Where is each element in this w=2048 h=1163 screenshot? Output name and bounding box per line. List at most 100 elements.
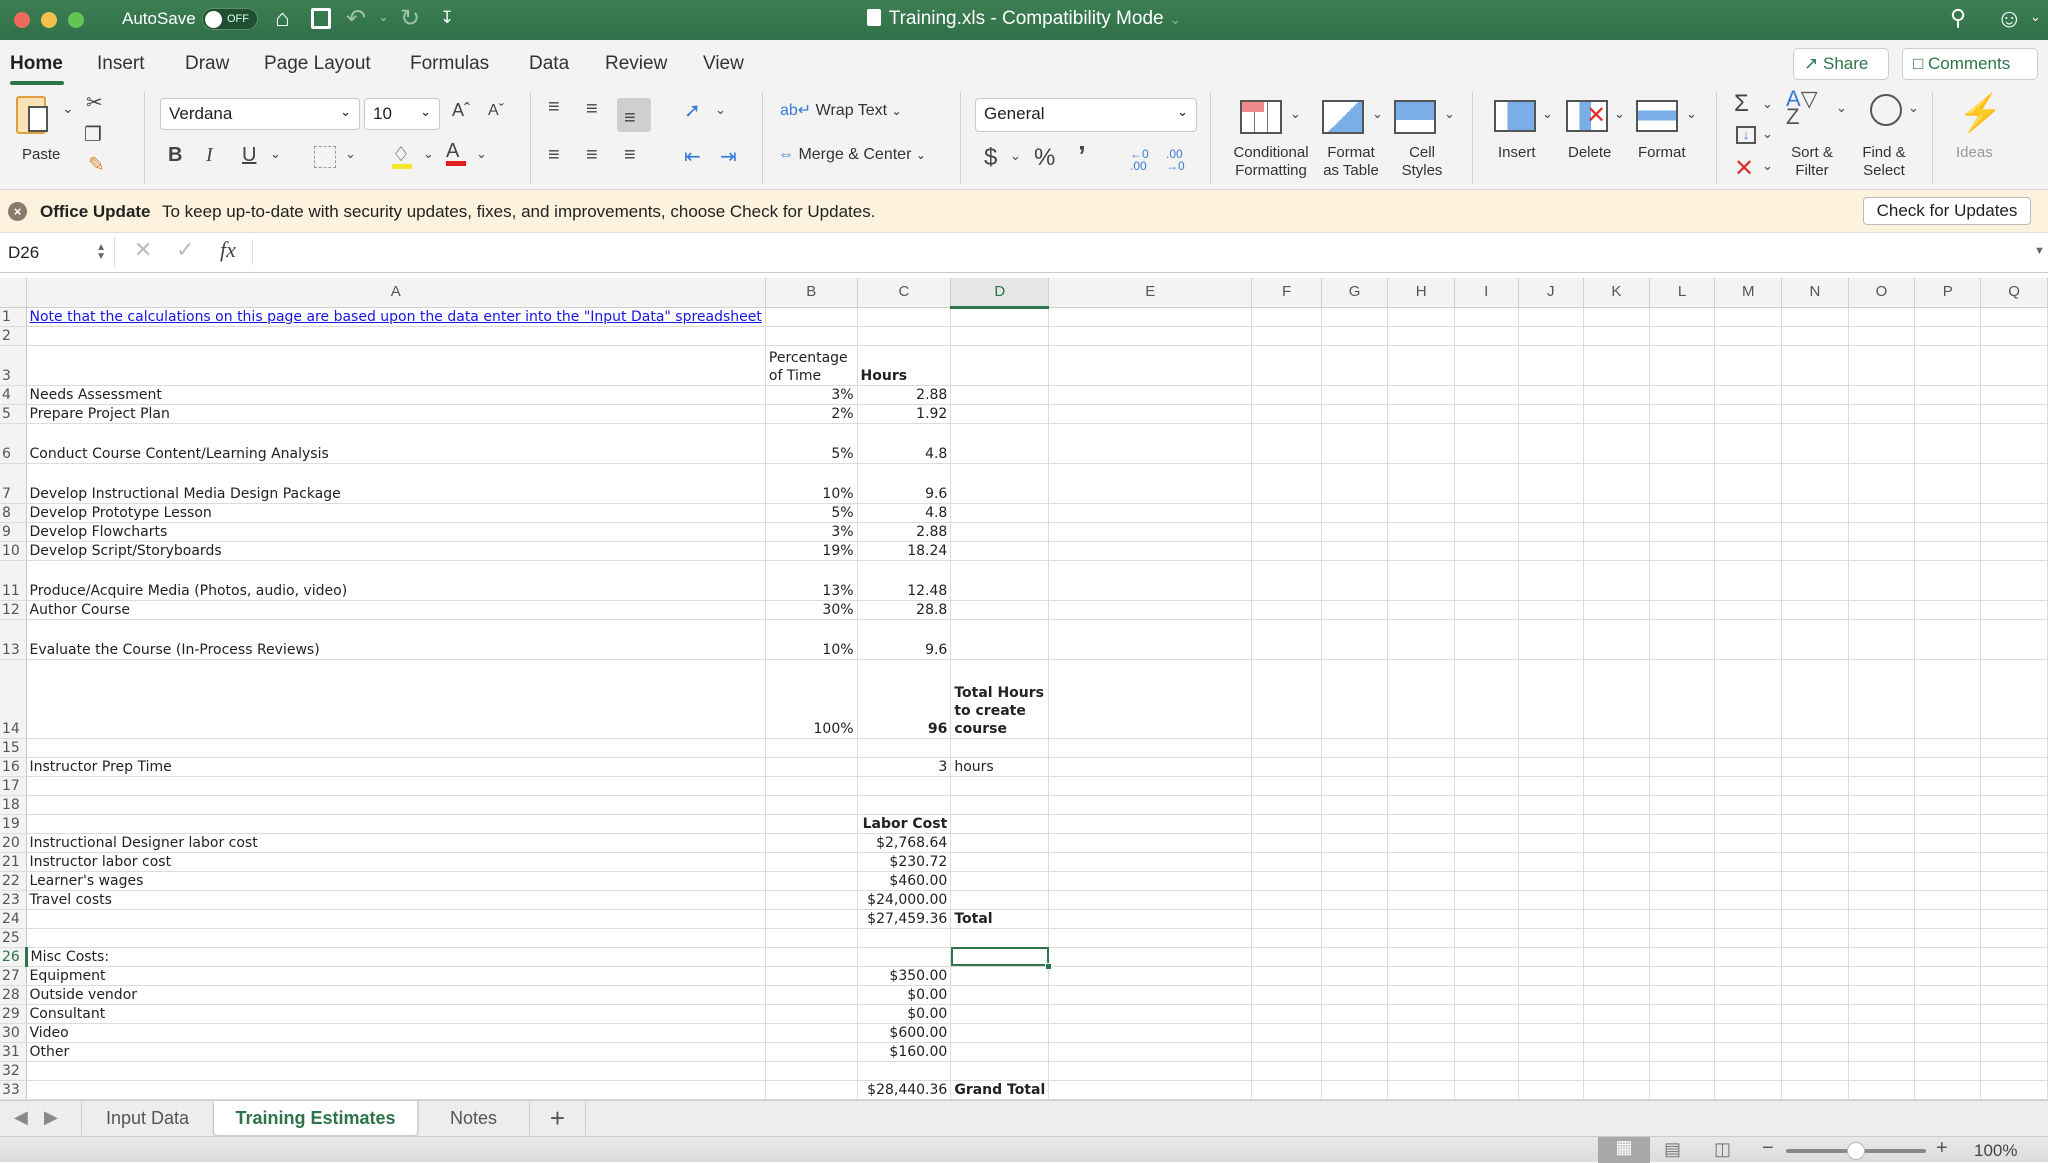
cell-h20[interactable] <box>1387 833 1455 853</box>
cell-b18[interactable] <box>765 795 858 815</box>
cell-p16[interactable] <box>1914 757 1982 777</box>
cell-n2[interactable] <box>1781 326 1849 346</box>
cell-k26[interactable] <box>1583 947 1650 967</box>
zoom-out-button[interactable]: − <box>1762 1137 1774 1160</box>
cell-h5[interactable] <box>1387 404 1455 424</box>
cell-q5[interactable] <box>1980 404 2048 424</box>
row-header[interactable]: 28 <box>0 985 27 1005</box>
cell-a2[interactable] <box>26 326 766 346</box>
borders-icon[interactable] <box>314 146 336 168</box>
cell-h15[interactable] <box>1387 738 1455 758</box>
autosum-icon[interactable]: Σ <box>1734 90 1749 118</box>
cell-m3[interactable] <box>1714 345 1783 386</box>
zoom-in-button[interactable]: + <box>1936 1137 1948 1160</box>
row-header[interactable]: 25 <box>0 928 27 948</box>
cell-j4[interactable] <box>1518 385 1584 405</box>
row-header[interactable]: 20 <box>0 833 27 853</box>
cell-q24[interactable] <box>1980 909 2048 929</box>
cell-c11[interactable]: 12.48 <box>857 560 952 601</box>
cell-k2[interactable] <box>1583 326 1650 346</box>
cell-c1[interactable] <box>857 307 952 327</box>
cell-p33[interactable] <box>1914 1080 1982 1100</box>
cell-f28[interactable] <box>1251 985 1322 1005</box>
cell-a17[interactable] <box>26 776 766 796</box>
cell-c3[interactable]: Hours <box>857 345 952 386</box>
cell-h14[interactable] <box>1387 659 1455 739</box>
cell-d15[interactable] <box>950 738 1050 758</box>
cell-n19[interactable] <box>1781 814 1849 834</box>
cell-q3[interactable] <box>1980 345 2048 386</box>
cell-q19[interactable] <box>1980 814 2048 834</box>
cell-i28[interactable] <box>1454 985 1519 1005</box>
cell-l19[interactable] <box>1649 814 1716 834</box>
cell-h18[interactable] <box>1387 795 1455 815</box>
cell-c13[interactable]: 9.6 <box>857 619 952 660</box>
cell-b21[interactable] <box>765 852 858 872</box>
tab-view[interactable]: View <box>703 53 744 75</box>
tab-home[interactable]: Home <box>10 53 63 75</box>
cell-o18[interactable] <box>1848 795 1916 815</box>
cell-d27[interactable] <box>950 966 1050 986</box>
cell-a6[interactable]: Conduct Course Content/Learning Analysis <box>26 423 766 464</box>
cell-c2[interactable] <box>857 326 952 346</box>
cell-b31[interactable] <box>765 1042 858 1062</box>
cell-n24[interactable] <box>1781 909 1849 929</box>
cell-m12[interactable] <box>1714 600 1783 620</box>
cell-n21[interactable] <box>1781 852 1849 872</box>
cell-k3[interactable] <box>1583 345 1650 386</box>
cell-f26[interactable] <box>1251 947 1322 967</box>
cell-q23[interactable] <box>1980 890 2048 910</box>
cell-d25[interactable] <box>950 928 1050 948</box>
cell-m31[interactable] <box>1714 1042 1783 1062</box>
cell-e33[interactable] <box>1048 1080 1253 1100</box>
cell-f29[interactable] <box>1251 1004 1322 1024</box>
cell-m22[interactable] <box>1714 871 1783 891</box>
cell-i30[interactable] <box>1454 1023 1519 1043</box>
cell-a13[interactable]: Evaluate the Course (In-Process Reviews) <box>26 619 766 660</box>
cell-g16[interactable] <box>1321 757 1389 777</box>
cell-a18[interactable] <box>26 795 766 815</box>
row-header[interactable]: 5 <box>0 404 27 424</box>
decrease-indent-icon[interactable]: ⇤ <box>684 144 701 169</box>
cell-a7[interactable]: Develop Instructional Media Design Packa… <box>26 463 766 504</box>
cell-g12[interactable] <box>1321 600 1389 620</box>
cell-b9[interactable]: 3% <box>765 522 858 542</box>
page-layout-view-icon[interactable]: ▤ <box>1664 1139 1681 1160</box>
decrease-decimal-icon[interactable]: .00 →0 <box>1166 148 1185 172</box>
cell-l33[interactable] <box>1649 1080 1716 1100</box>
cell-f21[interactable] <box>1251 852 1322 872</box>
cell-l8[interactable] <box>1649 503 1716 523</box>
borders-dropdown-icon[interactable]: ⌄ <box>345 146 356 162</box>
cell-j30[interactable] <box>1518 1023 1584 1043</box>
cell-b24[interactable] <box>765 909 858 929</box>
cell-d21[interactable] <box>950 852 1050 872</box>
cell-k15[interactable] <box>1583 738 1650 758</box>
cell-p23[interactable] <box>1914 890 1982 910</box>
cell-e20[interactable] <box>1048 833 1253 853</box>
cell-n18[interactable] <box>1781 795 1849 815</box>
cancel-entry-icon[interactable]: ✕ <box>134 237 152 263</box>
cell-e15[interactable] <box>1048 738 1253 758</box>
smiley-feedback-icon[interactable]: ☺ <box>1996 3 2023 34</box>
cell-n6[interactable] <box>1781 423 1849 464</box>
cell-m11[interactable] <box>1714 560 1783 601</box>
cell-c25[interactable] <box>857 928 952 948</box>
cell-g3[interactable] <box>1321 345 1389 386</box>
cell-c18[interactable] <box>857 795 952 815</box>
cell-q16[interactable] <box>1980 757 2048 777</box>
cell-k21[interactable] <box>1583 852 1650 872</box>
cell-d9[interactable] <box>950 522 1050 542</box>
cell-h19[interactable] <box>1387 814 1455 834</box>
cell-e13[interactable] <box>1048 619 1253 660</box>
tab-draw[interactable]: Draw <box>185 53 229 75</box>
cell-e7[interactable] <box>1048 463 1253 504</box>
cell-l5[interactable] <box>1649 404 1716 424</box>
fill-icon[interactable]: ↓ <box>1736 126 1756 144</box>
cell-e31[interactable] <box>1048 1042 1253 1062</box>
find-select-icon[interactable] <box>1870 94 1902 126</box>
cell-i31[interactable] <box>1454 1042 1519 1062</box>
cell-e10[interactable] <box>1048 541 1253 561</box>
cell-n29[interactable] <box>1781 1004 1849 1024</box>
cell-n31[interactable] <box>1781 1042 1849 1062</box>
cell-d14[interactable]: Total Hours to create course <box>950 659 1050 739</box>
